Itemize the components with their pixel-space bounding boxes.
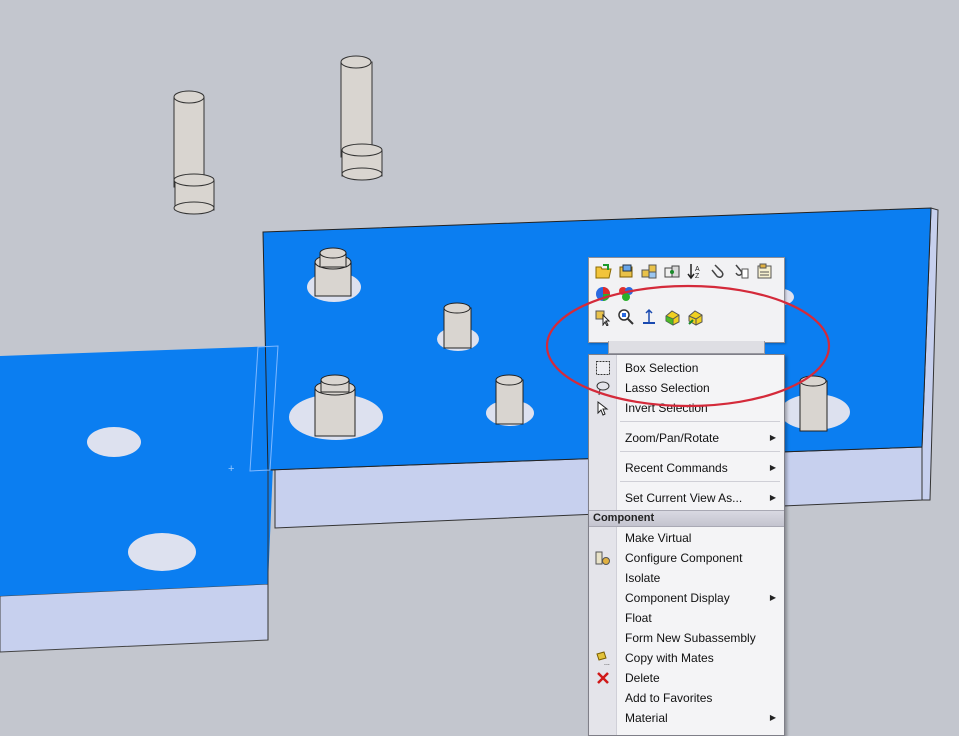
submenu-arrow-icon: ▶ [769,593,776,602]
menu-item-component-display[interactable]: Component Display ▶ [589,588,784,608]
section-header-label: Component [593,512,655,524]
configure-icon [595,551,610,565]
svg-text:A: A [695,266,700,273]
copy-mates-icon: ... [596,651,610,666]
pin[interactable] [495,374,524,425]
open-assembly-icon[interactable] [616,261,636,281]
menu-item-label: Material [625,711,668,725]
menu-item-label: Add to Favorites [625,691,713,705]
svg-text:Z: Z [695,273,700,280]
menu-item-label: Float [625,611,652,625]
menu-item-add-to-favorites[interactable]: Add to Favorites [589,688,784,708]
mates-icon[interactable] [662,261,682,281]
menu-item-label: Delete [625,671,660,685]
delete-icon [597,672,609,684]
assembly-icon[interactable] [639,261,659,281]
menu-item-label: Recent Commands [625,461,728,475]
screw[interactable] [173,90,215,215]
sort-icon[interactable]: AZ [685,261,705,281]
menu-item-isolate[interactable]: Isolate [589,568,784,588]
menu-item-label: Configure Component [625,551,743,565]
menu-item-material[interactable]: Material ▶ [589,708,784,728]
open-part-icon[interactable] [593,261,613,281]
menu-item-make-virtual[interactable]: Make Virtual [589,528,784,548]
menu-item-form-new-subassembly[interactable]: Form New Subassembly [589,628,784,648]
menu-item-zoom-pan-rotate[interactable]: Zoom/Pan/Rotate ▶ [589,428,784,448]
submenu-arrow-icon: ▶ [769,433,776,442]
screw[interactable] [340,55,383,181]
left-plate-front [0,583,269,653]
menu-item-label: Isolate [625,571,661,585]
section-header-component: Component [589,510,784,527]
attach-file-icon[interactable] [731,261,751,281]
hole [128,533,196,571]
annotation-ellipse [545,284,831,408]
menu-item-label: Form New Subassembly [625,631,756,645]
menu-item-label: Set Current View As... [625,491,743,505]
menu-item-label: Copy with Mates [625,651,714,665]
menu-item-float[interactable]: Float [589,608,784,628]
menu-item-label: Component Display [625,591,730,605]
menu-item-delete[interactable]: Delete [589,668,784,688]
menu-item-copy-with-mates[interactable]: ... Copy with Mates [589,648,784,668]
pin[interactable] [314,374,356,437]
menu-item-configure-component[interactable]: Configure Component [589,548,784,568]
origin-marker: + [228,463,234,475]
menu-item-label: Make Virtual [625,531,692,545]
pin[interactable] [443,302,472,349]
submenu-arrow-icon: ▶ [769,713,776,722]
hole [87,427,141,457]
attach-icon[interactable] [708,261,728,281]
submenu-arrow-icon: ▶ [769,463,776,472]
menu-item-recent-commands[interactable]: Recent Commands ▶ [589,458,784,478]
properties-icon[interactable] [754,261,774,281]
pin[interactable] [314,247,352,297]
menu-item-set-current-view[interactable]: Set Current View As... ▶ [589,488,784,508]
submenu-arrow-icon: ▶ [769,493,776,502]
menu-item-label: Zoom/Pan/Rotate [625,431,720,445]
svg-text:...: ... [604,660,610,666]
